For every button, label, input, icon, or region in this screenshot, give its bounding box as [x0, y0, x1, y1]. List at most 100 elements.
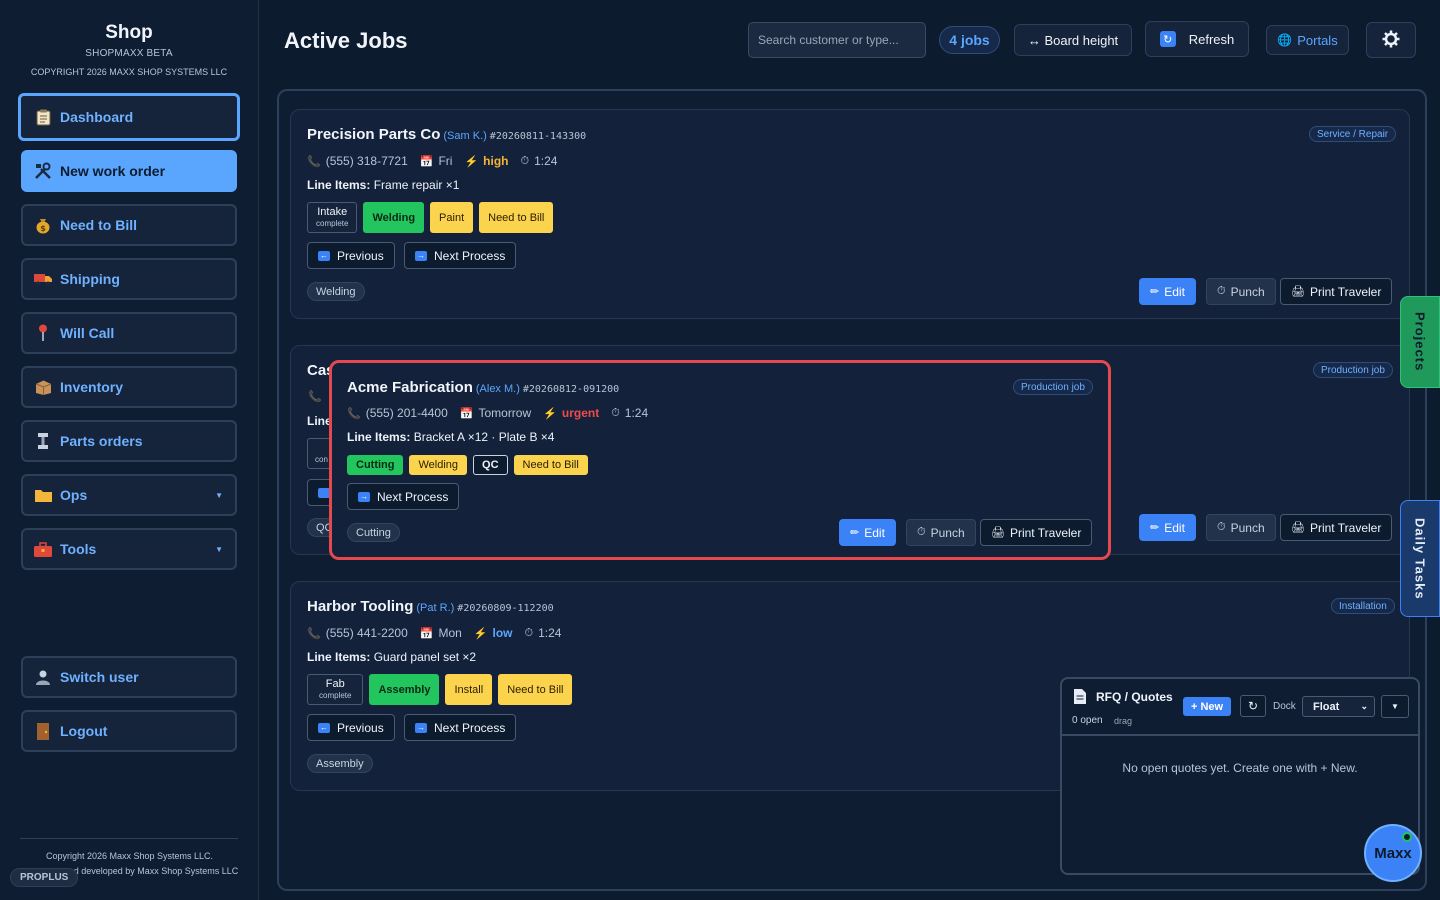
- calendar-icon: 📅: [459, 407, 474, 420]
- print-traveler-button[interactable]: 🖨 Print Traveler: [1280, 278, 1393, 305]
- arrow-left-icon: ←: [318, 722, 330, 733]
- box-icon: [34, 378, 52, 396]
- money-bag-icon: $: [34, 216, 52, 234]
- sidebar-item-ops[interactable]: Ops ▼: [21, 474, 237, 516]
- sidebar-item-will-call[interactable]: Will Call: [21, 312, 237, 354]
- status-dot-icon: [1402, 832, 1412, 842]
- arrow-right-icon: →: [415, 722, 427, 733]
- edit-button[interactable]: ✏ Edit: [1139, 278, 1196, 305]
- previous-button[interactable]: ← Previous: [307, 242, 395, 269]
- previous-label: Previous: [337, 720, 384, 735]
- portals-button[interactable]: 🌐 Portals: [1266, 25, 1349, 55]
- punch-button[interactable]: ⏱ Punch: [906, 519, 976, 546]
- arrow-right-icon: →: [415, 250, 427, 261]
- next-process-button[interactable]: → Next Process: [404, 242, 517, 269]
- job-type-badge: Production job: [1313, 362, 1393, 378]
- timer-icon: ⏱: [917, 526, 926, 538]
- job-line-items: Line Items: Bracket A ×12 · Plate B ×4: [347, 430, 554, 444]
- maxx-assistant-button[interactable]: Maxx: [1364, 824, 1422, 882]
- phone-icon: 📞: [307, 627, 321, 640]
- globe-icon: 🌐: [1277, 33, 1293, 47]
- job-meta: 📞 (555) 318-7721 📅 Fri ⚡ high ⏱ 1:24: [307, 154, 569, 168]
- line-items-label: Line Items:: [307, 178, 371, 192]
- next-label: Next Process: [434, 248, 506, 263]
- printer-icon: 🖨: [991, 527, 1005, 539]
- chevron-down-icon: ▼: [1391, 702, 1399, 711]
- lightning-icon: ⚡: [543, 407, 557, 420]
- dock-select[interactable]: Float ⌄: [1302, 696, 1375, 717]
- step-label: Intake: [317, 205, 348, 218]
- parts-icon: [34, 432, 52, 450]
- step-need-to-bill[interactable]: Need to Bill: [513, 455, 588, 475]
- current-process-tag: Assembly: [307, 754, 373, 773]
- collapse-panel-button[interactable]: ▼: [1381, 695, 1409, 718]
- assistant-label: Maxx: [1374, 844, 1412, 862]
- plan-badge: PROPLUS: [10, 868, 79, 887]
- sidebar-item-label: Will Call: [60, 325, 115, 341]
- line-items-value: Guard panel set ×2: [373, 650, 477, 664]
- phone-icon: 📞: [347, 407, 361, 420]
- rfq-empty-message: No open quotes yet. Create one with + Ne…: [1122, 761, 1358, 775]
- switch-user-button[interactable]: Switch user: [21, 656, 237, 698]
- job-rep: (Sam K.): [443, 130, 487, 142]
- sidebar-item-tools[interactable]: Tools ▼: [21, 528, 237, 570]
- step-need-to-bill[interactable]: Need to Bill: [498, 674, 573, 705]
- gear-icon: [1382, 30, 1400, 51]
- board-height-button[interactable]: ↔ Board height: [1014, 24, 1132, 56]
- refresh-button[interactable]: ↻ Refresh: [1145, 21, 1249, 57]
- customer-name: Acme Fabrication: [347, 379, 473, 396]
- chevron-down-icon: ⌄: [1360, 701, 1368, 711]
- settings-button[interactable]: [1366, 22, 1416, 58]
- new-quote-button[interactable]: + New: [1183, 697, 1232, 716]
- sidebar-item-dashboard[interactable]: Dashboard: [18, 93, 240, 141]
- step-install[interactable]: Install: [445, 674, 493, 705]
- job-rep: (Alex M.): [475, 383, 520, 395]
- print-traveler-button[interactable]: 🖨 Print Traveler: [980, 519, 1093, 546]
- next-process-button[interactable]: → Next Process: [404, 714, 517, 741]
- dragged-job-card[interactable]: Acme Fabrication (Alex M.) #20260812-09120…: [329, 360, 1111, 560]
- line-items-label: Line Items:: [347, 430, 411, 444]
- sidebar-item-need-to-bill[interactable]: $ Need to Bill: [21, 204, 237, 246]
- logout-button[interactable]: Logout: [21, 710, 237, 752]
- step-qc[interactable]: QC: [473, 455, 508, 475]
- punch-button[interactable]: ⏱ Punch: [1206, 514, 1276, 541]
- projects-side-tab[interactable]: Projects: [1400, 296, 1440, 388]
- phone-icon: 📞: [307, 155, 321, 168]
- step-fab[interactable]: Fab complete: [307, 674, 364, 705]
- previous-label: Previous: [337, 248, 384, 263]
- step-cutting[interactable]: Cutting: [347, 455, 404, 475]
- edit-label: Edit: [1164, 520, 1185, 535]
- step-need-to-bill[interactable]: Need to Bill: [479, 202, 554, 233]
- daily-tasks-side-tab[interactable]: Daily Tasks: [1400, 500, 1440, 617]
- brand-title: Shop: [105, 22, 153, 43]
- step-paint[interactable]: Paint: [430, 202, 474, 233]
- step-assembly[interactable]: Assembly: [369, 674, 440, 705]
- print-traveler-button[interactable]: 🖨 Print Traveler: [1280, 514, 1393, 541]
- job-id: #20260809-112200: [457, 603, 554, 614]
- edit-button[interactable]: ✏ Edit: [1139, 514, 1196, 541]
- job-time: 1:24: [534, 154, 558, 168]
- punch-button[interactable]: ⏱ Punch: [1206, 278, 1276, 305]
- step-sub: con: [315, 455, 328, 464]
- portals-label: Portals: [1297, 32, 1338, 48]
- refresh-quotes-button[interactable]: ↻: [1240, 695, 1266, 717]
- sidebar-item-parts-orders[interactable]: Parts orders: [21, 420, 237, 462]
- step-welding[interactable]: Welding: [409, 455, 468, 475]
- edit-button[interactable]: ✏ Edit: [839, 519, 896, 546]
- previous-button[interactable]: ← Previous: [307, 714, 395, 741]
- next-process-button[interactable]: → Next Process: [347, 483, 460, 510]
- page-title: Active Jobs: [284, 28, 408, 53]
- step-intake[interactable]: Intake complete: [307, 202, 358, 233]
- sidebar-item-inventory[interactable]: Inventory: [21, 366, 237, 408]
- job-line-items: Line: [307, 414, 332, 428]
- timer-icon: ⏱: [1217, 521, 1226, 533]
- sidebar-item-shipping[interactable]: Shipping: [21, 258, 237, 300]
- step-welding[interactable]: Welding: [363, 202, 425, 233]
- sidebar-item-label: Shipping: [60, 271, 120, 287]
- rfq-header[interactable]: RFQ / Quotes + New ↻ Dock Float ⌄ ▼ 0 op…: [1062, 679, 1418, 736]
- process-steps: Fab complete Assembly Install Need to Bil…: [307, 674, 573, 705]
- sidebar-item-new-work-order[interactable]: New work order: [21, 150, 237, 192]
- search-input[interactable]: [748, 22, 926, 58]
- sidebar-item-label: Ops: [60, 487, 88, 503]
- sidebar-item-label: Inventory: [60, 379, 124, 395]
